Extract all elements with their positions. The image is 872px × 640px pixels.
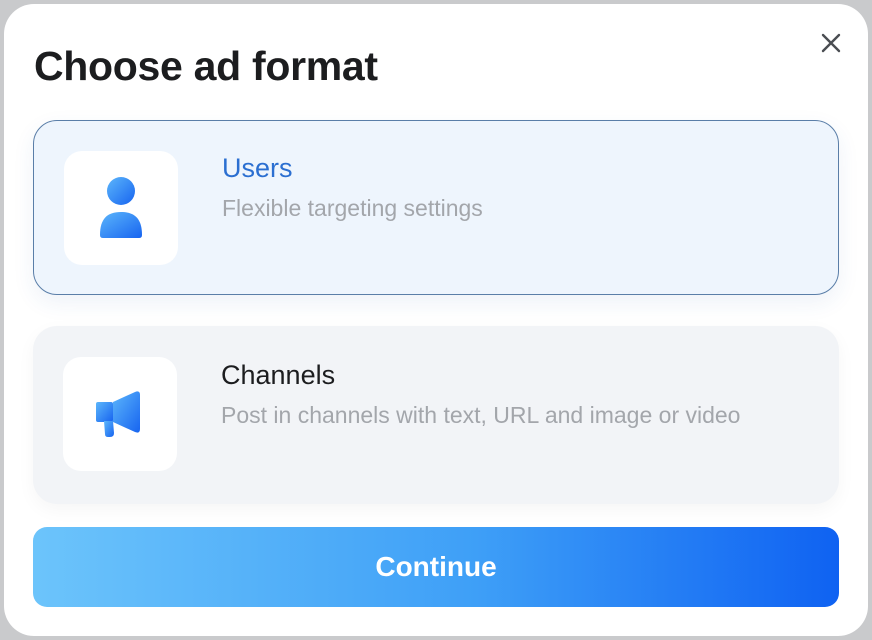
close-button[interactable] bbox=[814, 26, 848, 60]
option-channels[interactable]: Channels Post in channels with text, URL… bbox=[33, 326, 839, 504]
user-icon bbox=[100, 177, 142, 238]
megaphone-icon bbox=[96, 391, 140, 437]
option-description: Post in channels with text, URL and imag… bbox=[221, 402, 741, 428]
option-icon-container bbox=[63, 357, 177, 471]
option-icon-container bbox=[64, 151, 178, 265]
continue-button[interactable]: Continue bbox=[33, 527, 839, 607]
option-users[interactable]: Users Flexible targeting settings bbox=[33, 120, 839, 295]
close-icon bbox=[821, 33, 841, 53]
option-description: Flexible targeting settings bbox=[222, 195, 483, 221]
option-title: Channels bbox=[221, 360, 336, 390]
dialog-title: Choose ad format bbox=[34, 43, 378, 89]
ad-format-dialog: Choose ad format Users Flexible targetin… bbox=[4, 4, 868, 636]
option-title: Users bbox=[222, 153, 293, 183]
